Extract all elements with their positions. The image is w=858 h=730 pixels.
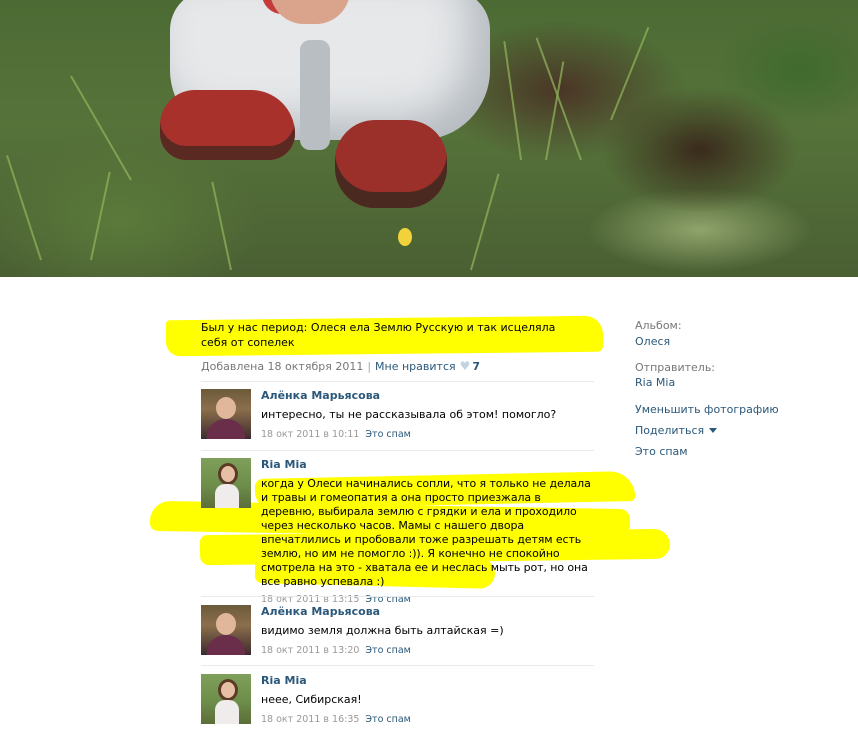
separator: | [367,360,372,373]
comment-footer: 18 окт 2011 в 13:20 Это спам [261,645,594,656]
heart-icon[interactable]: ♥ [460,359,471,373]
comment-footer: 18 окт 2011 в 16:35 Это спам [261,714,594,725]
comment-author[interactable]: Ria Mia [261,674,594,688]
photo-meta: Добавлена 18 октября 2011 | Мне нравится ♥ 7 [201,359,480,373]
avatar[interactable] [201,605,251,655]
comment-text: неее, Сибирская! [261,693,362,706]
comment-footer: 18 окт 2011 в 10:11 Это спам [261,429,594,440]
comment: Ria Mia когда у Олеси начинались сопли, … [201,458,594,605]
comment-author[interactable]: Ria Mia [261,458,594,472]
comment-body: Ria Mia когда у Олеси начинались сопли, … [261,458,594,605]
avatar[interactable] [201,458,251,508]
shrink-photo-link[interactable]: Уменьшить фотографию [635,402,825,417]
avatar[interactable] [201,389,251,439]
spam-link[interactable]: Это спам [365,429,410,440]
comment-text: интересно, ты не рассказывала об этом! п… [261,408,557,421]
grass [535,37,582,161]
comment-date[interactable]: 18 окт 2011 в 13:20 [261,645,359,656]
report-spam-link[interactable]: Это спам [635,444,825,459]
comment: Алёнка Марьясова видимо земля должна быт… [201,605,594,657]
comment-author[interactable]: Алёнка Марьясова [261,605,594,619]
avatar[interactable] [201,674,251,724]
shoe-right [335,120,447,208]
grass [610,26,650,121]
photo-caption: Был у нас период: Олеся ела Землю Русску… [201,321,556,349]
share-label[interactable]: Поделиться [635,424,704,437]
album-label: Альбом: [635,319,682,332]
grass [503,41,522,161]
comment-body: Алёнка Марьясова видимо земля должна быт… [261,605,594,656]
yellow-flower [398,228,412,246]
comment-text: видимо земля должна быть алтайская =) [261,624,504,637]
shoe-left [160,90,295,160]
sender-link[interactable]: Ria Mia [635,375,825,390]
divider [201,596,594,597]
comment-date[interactable]: 18 окт 2011 в 16:35 [261,714,359,725]
pants-shadow [300,40,330,150]
grass [470,173,500,271]
added-date: Добавлена 18 октября 2011 [201,360,364,373]
comment-body: Алёнка Марьясова интересно, ты не расска… [261,389,594,440]
grass [90,171,111,261]
spam-link[interactable]: Это спам [365,645,410,656]
comment-author[interactable]: Алёнка Марьясова [261,389,594,403]
grass [211,181,232,271]
divider [201,450,594,451]
comment: Алёнка Марьясова интересно, ты не расска… [201,389,594,441]
photo[interactable] [0,0,858,277]
comment-date[interactable]: 18 окт 2011 в 10:11 [261,429,359,440]
grass [6,155,42,261]
sender-label: Отправитель: [635,361,716,374]
like-button[interactable]: Мне нравится [375,360,456,373]
comment-text: когда у Олеси начинались сопли, что я то… [261,477,591,588]
spam-link[interactable]: Это спам [365,714,410,725]
comment-body: Ria Mia неее, Сибирская! 18 окт 2011 в 1… [261,674,594,725]
divider [201,665,594,666]
like-count[interactable]: 7 [472,360,480,373]
divider [201,381,594,382]
grass [70,75,132,181]
share-link[interactable]: Поделиться [635,423,825,438]
chevron-down-icon[interactable] [709,428,718,433]
photo-sidebar: Альбом: Олеся Отправитель: Ria Mia Умень… [635,318,825,459]
album-link[interactable]: Олеся [635,334,825,349]
comment: Ria Mia неее, Сибирская! 18 окт 2011 в 1… [201,674,594,726]
